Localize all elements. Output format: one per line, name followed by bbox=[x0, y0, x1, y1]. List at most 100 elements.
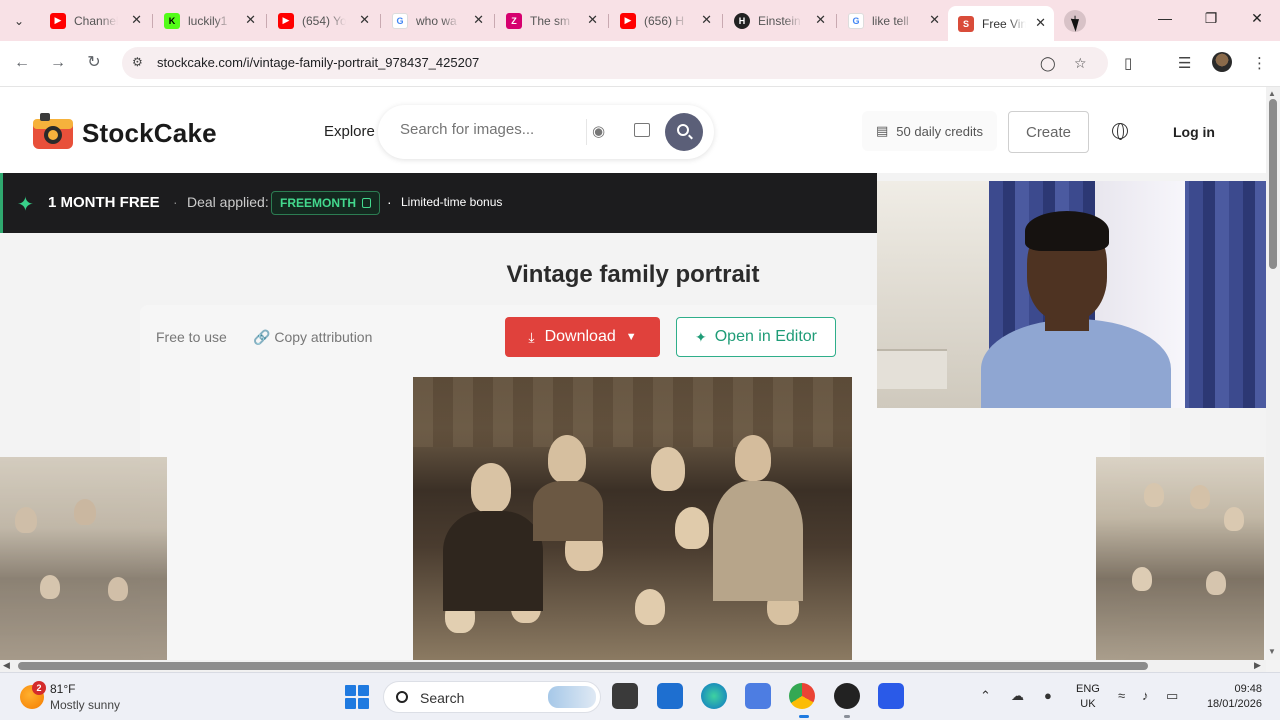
forward-arrow-icon[interactable]: → bbox=[48, 53, 68, 73]
chevron-up-icon[interactable]: ⌃ bbox=[980, 688, 991, 704]
running-app-indicator bbox=[844, 715, 850, 718]
battery-icon[interactable]: ▭ bbox=[1166, 688, 1178, 704]
tab-divider bbox=[494, 14, 495, 28]
image-search-icon[interactable] bbox=[634, 123, 650, 137]
browser-tab-7[interactable]: H Einstein ✕ bbox=[724, 6, 834, 35]
close-window-icon[interactable]: ✕ bbox=[1247, 10, 1267, 27]
open-in-editor-button[interactable]: ✦ Open in Editor bbox=[676, 317, 836, 357]
taskbar-search[interactable]: Search bbox=[383, 681, 601, 713]
close-tab-icon[interactable]: ✕ bbox=[701, 12, 712, 28]
search-button[interactable] bbox=[665, 113, 703, 151]
close-tab-icon[interactable]: ✕ bbox=[587, 12, 598, 28]
browser-tab-active[interactable]: S Free Vin ✕ bbox=[948, 6, 1054, 41]
clock[interactable]: 09:48 18/01/2026 bbox=[1200, 682, 1262, 712]
close-tab-icon[interactable]: ✕ bbox=[815, 12, 826, 28]
language-line-1: ENG bbox=[1076, 683, 1100, 695]
wifi-icon[interactable]: ≈ bbox=[1118, 688, 1125, 703]
download-icon: ⤓ bbox=[528, 328, 535, 345]
scroll-right-arrow-icon[interactable]: ▶ bbox=[1254, 660, 1261, 671]
site-header: StockCake Explore ⌄ ◉ ▤ 50 daily credits… bbox=[0, 87, 1266, 173]
tab-search-chevron-icon[interactable]: ⌄ bbox=[8, 10, 30, 32]
microsoft-store-icon[interactable] bbox=[657, 683, 683, 709]
promo-code: FREEMONTH bbox=[280, 196, 356, 210]
media-controls-icon[interactable]: ☰ bbox=[1178, 54, 1191, 72]
browser-tab-3[interactable]: ▶ (654) Yo ✕ bbox=[268, 6, 378, 35]
edge-browser-icon[interactable] bbox=[701, 683, 727, 709]
create-button[interactable]: Create bbox=[1008, 111, 1089, 153]
date: 18/01/2026 bbox=[1206, 698, 1262, 710]
tab-divider bbox=[608, 14, 609, 28]
reload-icon[interactable]: ↻ bbox=[84, 53, 104, 73]
extensions-puzzle-icon[interactable]: ▯ bbox=[1124, 54, 1132, 72]
gift-icon: ▤ bbox=[876, 123, 889, 138]
tab-title: (654) Yo bbox=[302, 13, 346, 28]
roblox-studio-icon[interactable] bbox=[878, 683, 904, 709]
close-tab-icon[interactable]: ✕ bbox=[359, 12, 370, 28]
search-input[interactable] bbox=[400, 121, 580, 138]
vertical-scrollbar[interactable]: ▲ ▼ bbox=[1266, 87, 1280, 660]
scroll-down-arrow-icon[interactable]: ▼ bbox=[1268, 647, 1276, 656]
scrollbar-thumb[interactable] bbox=[18, 662, 1148, 670]
minimize-icon[interactable]: — bbox=[1155, 10, 1175, 26]
windows-start-icon[interactable] bbox=[345, 685, 369, 709]
close-tab-icon[interactable]: ✕ bbox=[131, 12, 142, 28]
tab-divider bbox=[152, 14, 153, 28]
download-button[interactable]: ⤓ Download ▼ bbox=[505, 317, 660, 357]
eye-slash-icon[interactable]: ◯ bbox=[1040, 55, 1056, 72]
site-info-icon[interactable]: ⚙ bbox=[132, 55, 148, 71]
restore-window-icon[interactable]: ❐ bbox=[1201, 10, 1221, 27]
copy-attribution-label: Copy attribution bbox=[274, 329, 373, 345]
whiteboard-app-icon[interactable] bbox=[745, 683, 771, 709]
tab-title: The sm bbox=[530, 13, 571, 28]
screen: ⌄ ▶ Channel ✕ K luckily1 ✕ ▶ (654) Yo ✕ … bbox=[0, 0, 1280, 720]
file-explorer-icon[interactable] bbox=[612, 683, 638, 709]
language-indicator[interactable]: ENG UK bbox=[1076, 682, 1100, 712]
close-tab-icon[interactable]: ✕ bbox=[245, 12, 256, 28]
close-tab-icon[interactable]: ✕ bbox=[473, 12, 484, 28]
horizontal-scrollbar[interactable]: ◀ ▶ bbox=[0, 660, 1266, 672]
google-icon: G bbox=[392, 12, 408, 29]
back-arrow-icon[interactable]: ← bbox=[12, 53, 32, 73]
profile-avatar[interactable] bbox=[1212, 52, 1232, 72]
main-photo[interactable] bbox=[413, 377, 852, 660]
promo-code-badge[interactable]: FREEMONTH bbox=[271, 191, 380, 215]
address-bar[interactable]: ⚙ stockcake.com/i/vintage-family-portrai… bbox=[122, 47, 1108, 79]
copy-attribution-link[interactable]: 🔗 Copy attribution bbox=[253, 329, 372, 346]
browser-tab-2[interactable]: K luckily1 ✕ bbox=[154, 6, 264, 35]
logo-text[interactable]: StockCake bbox=[82, 118, 217, 149]
tab-title: Free Vin bbox=[982, 16, 1026, 31]
browser-tab-1[interactable]: ▶ Channel ✕ bbox=[40, 6, 150, 35]
related-image-left[interactable] bbox=[0, 457, 167, 660]
zazzle-icon: Z bbox=[506, 12, 522, 29]
browser-tab-4[interactable]: G who wa ✕ bbox=[382, 6, 492, 35]
close-tab-icon[interactable]: ✕ bbox=[929, 12, 940, 28]
explore-menu[interactable]: Explore bbox=[324, 123, 375, 140]
login-link[interactable]: Log in bbox=[1173, 124, 1215, 140]
close-tab-icon[interactable]: ✕ bbox=[1035, 15, 1046, 31]
youtube-icon: ▶ bbox=[278, 12, 294, 29]
license-label: Free to use bbox=[156, 329, 227, 345]
scrollbar-thumb[interactable] bbox=[1269, 99, 1277, 269]
palette-icon[interactable]: ◉ bbox=[592, 122, 605, 140]
scroll-up-arrow-icon[interactable]: ▲ bbox=[1268, 89, 1276, 98]
browser-tab-8[interactable]: G like tell ✕ bbox=[838, 6, 948, 35]
download-label: Download bbox=[544, 328, 616, 345]
stockcake-logo-icon[interactable] bbox=[32, 111, 74, 151]
related-image-right[interactable] bbox=[1096, 457, 1264, 660]
browser-tab-6[interactable]: ▶ (656) H ✕ bbox=[610, 6, 720, 35]
globe-language-icon[interactable] bbox=[1112, 123, 1128, 140]
obs-studio-icon[interactable] bbox=[834, 683, 860, 709]
browser-toolbar: ← → ↻ ⚙ stockcake.com/i/vintage-family-p… bbox=[0, 41, 1280, 87]
volume-icon[interactable]: ♪ bbox=[1142, 688, 1149, 703]
browser-tab-5[interactable]: Z The sm ✕ bbox=[496, 6, 606, 35]
tab-title: luckily1 bbox=[188, 13, 228, 28]
chevron-down-icon[interactable]: ▼ bbox=[626, 331, 637, 343]
onedrive-icon[interactable]: ☁ bbox=[1011, 688, 1024, 704]
bookmark-star-icon[interactable]: ☆ bbox=[1074, 55, 1087, 72]
chrome-icon[interactable] bbox=[789, 683, 815, 709]
microphone-icon[interactable]: ● bbox=[1044, 688, 1052, 703]
scroll-left-arrow-icon[interactable]: ◀ bbox=[3, 660, 10, 671]
menu-dots-icon[interactable]: ⋮ bbox=[1252, 54, 1267, 72]
daily-credits-button[interactable]: ▤ 50 daily credits bbox=[862, 111, 998, 151]
promo-bonus: Limited-time bonus bbox=[401, 195, 503, 209]
